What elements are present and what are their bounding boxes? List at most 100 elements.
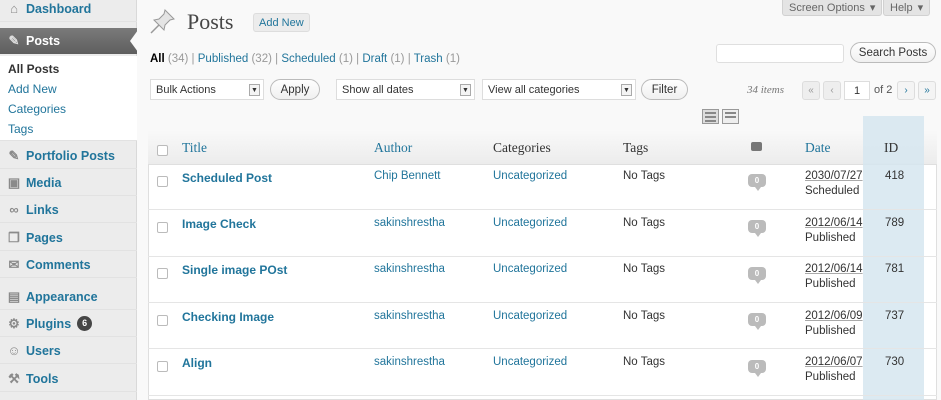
appearance-icon: ▤ <box>7 288 21 304</box>
filter-all[interactable]: All (34) <box>150 53 188 65</box>
row-checkbox[interactable] <box>157 361 168 372</box>
column-categories-header: Categories <box>493 140 551 155</box>
current-page-input[interactable]: 1 <box>844 81 870 100</box>
posts-submenu: All Posts Add New Categories Tags <box>0 56 137 141</box>
post-id: 418 <box>885 170 905 182</box>
list-view-icon[interactable] <box>702 109 719 124</box>
post-author-link[interactable]: sakinshrestha <box>374 356 445 368</box>
column-tags-header: Tags <box>623 140 649 155</box>
post-title-link[interactable]: Single image POst <box>182 263 287 277</box>
sidebar-item-posts[interactable]: ✎ Posts <box>0 28 138 54</box>
chevron-down-icon: ▼ <box>460 84 471 96</box>
post-title-link[interactable]: Checking Image <box>182 310 274 324</box>
submenu-categories[interactable]: Categories <box>8 102 66 116</box>
first-page-button[interactable]: « <box>802 81 820 100</box>
filter-published[interactable]: Published (32) <box>198 53 272 65</box>
screen-options-tab[interactable]: Screen Options ▾ <box>782 0 883 16</box>
post-title-link[interactable]: Align <box>182 356 212 370</box>
column-date-header[interactable]: Date <box>805 140 830 156</box>
submenu-tags[interactable]: Tags <box>8 122 33 136</box>
post-category-link[interactable]: Uncategorized <box>493 263 567 275</box>
sidebar-item-pages[interactable]: ❐ Pages <box>0 225 137 251</box>
prev-page-button[interactable]: ‹ <box>823 81 841 100</box>
page-title: Posts <box>187 9 234 34</box>
row-checkbox[interactable] <box>157 315 168 326</box>
sidebar-item-tools[interactable]: ⚒ Tools <box>0 366 137 392</box>
comments-column-icon[interactable] <box>751 142 762 151</box>
comment-count-bubble[interactable]: 0 <box>748 360 766 377</box>
sidebar-item-comments[interactable]: ✉ Comments <box>0 252 137 278</box>
row-checkbox[interactable] <box>157 268 168 279</box>
post-author-link[interactable]: Chip Bennett <box>374 170 441 182</box>
column-title-header[interactable]: Title <box>182 140 207 156</box>
submenu-add-new[interactable]: Add New <box>8 82 57 96</box>
post-tags: No Tags <box>623 263 665 275</box>
sidebar-item-label: Portfolio Posts <box>26 148 115 163</box>
apply-button[interactable]: Apply <box>270 79 320 100</box>
plugins-update-badge: 6 <box>77 316 93 331</box>
last-page-button[interactable]: » <box>918 81 936 100</box>
column-author-header[interactable]: Author <box>374 140 412 156</box>
search-input[interactable] <box>716 44 844 63</box>
next-page-button[interactable]: › <box>897 81 915 100</box>
post-category-link[interactable]: Uncategorized <box>493 356 567 368</box>
sidebar-item-label: Links <box>26 202 59 217</box>
filter-trash[interactable]: Trash (1) <box>414 53 460 65</box>
post-date: 2012/06/07 <box>805 356 863 368</box>
sidebar-item-dashboard[interactable]: ⌂ Dashboard <box>0 0 137 22</box>
post-title-link[interactable]: Image Check <box>182 217 256 231</box>
post-date: 2012/06/14 <box>805 263 863 275</box>
help-tab[interactable]: Help ▾ <box>883 0 931 16</box>
sidebar-item-label: Users <box>26 343 61 358</box>
categories-select[interactable]: View all categories ▼ <box>482 79 636 100</box>
items-count: 34 items <box>747 84 784 96</box>
comment-count-bubble[interactable]: 0 <box>748 313 766 330</box>
post-category-link[interactable]: Uncategorized <box>493 310 567 322</box>
sidebar-item-label: Pages <box>26 230 63 245</box>
post-author-link[interactable]: sakinshrestha <box>374 263 445 275</box>
sidebar-item-media[interactable]: ▣ Media <box>0 170 137 196</box>
post-category-link[interactable]: Uncategorized <box>493 217 567 229</box>
filter-draft[interactable]: Draft (1) <box>362 53 404 65</box>
post-author-link[interactable]: sakinshrestha <box>374 310 445 322</box>
post-date: 2012/06/14 <box>805 217 863 229</box>
post-id: 730 <box>885 356 905 368</box>
post-status: Published <box>805 371 856 383</box>
post-tags: No Tags <box>623 356 665 368</box>
dates-select[interactable]: Show all dates ▼ <box>336 79 475 100</box>
post-id: 781 <box>885 263 905 275</box>
add-new-button[interactable]: Add New <box>253 13 310 32</box>
links-icon: ∞ <box>9 202 19 217</box>
post-author-link[interactable]: sakinshrestha <box>374 217 445 229</box>
admin-sidebar: ⌂ Dashboard ✎ Posts All Posts Add New Ca… <box>0 0 138 400</box>
post-category-link[interactable]: Uncategorized <box>493 170 567 182</box>
total-pages: of 2 <box>874 84 893 96</box>
comment-count-bubble[interactable]: 0 <box>748 220 766 237</box>
sidebar-item-label: Posts <box>26 34 61 48</box>
search-posts-button[interactable]: Search Posts <box>850 42 936 63</box>
submenu-all-posts[interactable]: All Posts <box>8 62 59 76</box>
excerpt-view-icon[interactable] <box>722 109 739 124</box>
comment-count-bubble[interactable]: 0 <box>748 267 766 284</box>
sidebar-item-label: Comments <box>26 257 91 272</box>
sidebar-item-appearance[interactable]: ▤ Appearance <box>0 284 137 310</box>
media-icon: ▣ <box>7 174 21 190</box>
comment-count-bubble[interactable]: 0 <box>748 174 766 191</box>
row-checkbox[interactable] <box>157 222 168 233</box>
sidebar-item-links[interactable]: ∞ Links <box>0 197 137 223</box>
filter-button[interactable]: Filter <box>641 79 688 100</box>
post-title-link[interactable]: Scheduled Post <box>182 171 272 185</box>
tools-icon: ⚒ <box>8 370 20 386</box>
users-icon: ☺ <box>7 343 21 358</box>
sidebar-item-plugins[interactable]: ⚙ Plugins 6 <box>0 311 137 337</box>
sidebar-item-users[interactable]: ☺ Users <box>0 338 137 364</box>
row-checkbox[interactable] <box>157 176 168 187</box>
chevron-down-icon: ▾ <box>869 2 876 14</box>
bulk-actions-select[interactable]: Bulk Actions ▼ <box>150 79 264 100</box>
filter-scheduled[interactable]: Scheduled (1) <box>281 53 353 65</box>
sidebar-item-portfolio-posts[interactable]: ✎ Portfolio Posts <box>0 143 137 169</box>
column-id-header[interactable]: ID <box>884 140 898 156</box>
select-all-checkbox[interactable] <box>157 145 168 156</box>
row-divider <box>148 209 937 210</box>
sidebar-item-label: Appearance <box>26 289 98 304</box>
